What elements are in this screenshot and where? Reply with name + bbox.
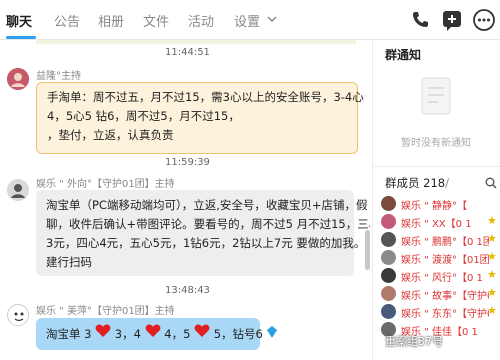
message-text: 淘宝单 3 (46, 327, 92, 341)
avatar[interactable] (7, 68, 29, 90)
message-bubble: 手淘单：周不过五，月不过15，需3心以上的安全账号，3-4心 4，5心5 钻6，… (36, 82, 364, 154)
message-line: 聊，收件后确认+带图评论。要看号的，周不过5 月不过15，三心 (46, 217, 370, 231)
avatar (381, 304, 396, 319)
tab-files[interactable]: 文件 (143, 11, 169, 30)
message-timestamp: 11:44:51 (165, 47, 210, 58)
divider (373, 166, 500, 167)
member-name: 娱乐 " 风行°【0 1 (401, 273, 483, 284)
member-name: 娱乐 " XX【0 1 (401, 219, 472, 230)
member-item[interactable]: 娱乐 " 渡渡°【01团】 ★ (381, 249, 500, 267)
member-item[interactable]: 娱乐 " XX【0 1 ★ (381, 213, 500, 231)
tab-settings[interactable]: 设置 (234, 11, 260, 30)
message-sender[interactable]: 娱乐 " 美萍°【守护01团】主持 (36, 302, 175, 317)
message-timestamp: 11:59:39 (165, 157, 210, 168)
heart-icon (95, 324, 111, 337)
message-text: 4，5 (164, 327, 191, 341)
admin-badge-icon: ★ (487, 250, 497, 263)
tab-chat[interactable]: 聊天 (6, 11, 32, 30)
avatar (381, 196, 396, 211)
member-name: 娱乐 " 东东°【守护01 (401, 309, 489, 320)
member-name: 娱乐 " 故事°【守护0 (401, 291, 489, 302)
member-item[interactable]: 娱乐 " 风行°【0 1 ★ (381, 267, 500, 285)
avatar (381, 268, 396, 283)
message-sender[interactable]: 娱乐 " 外向°【守护01团】主持 (36, 175, 175, 190)
chevron-down-icon[interactable] (265, 12, 279, 26)
diamond-icon (266, 326, 277, 338)
members-title: 群成员 218/ (385, 175, 449, 191)
member-item[interactable]: 娱乐 " 静静°【 (381, 195, 500, 213)
tab-album[interactable]: 相册 (98, 11, 124, 30)
admin-badge-icon: ★ (487, 268, 497, 281)
search-icon[interactable] (485, 177, 497, 189)
empty-notice-icon (421, 77, 451, 115)
more-icon[interactable] (472, 8, 496, 32)
member-item[interactable]: 娱乐 " 东东°【守护01 ★ (381, 303, 500, 321)
heart-icon (194, 324, 210, 337)
top-tab-bar: 聊天 公告 相册 文件 活动 设置 (0, 0, 500, 40)
watermark-text: 重案组37号 (385, 335, 443, 348)
avatar[interactable] (7, 304, 29, 326)
message-text: 5，钻号6 (213, 327, 263, 341)
message-text: 3，4 (114, 327, 141, 341)
avatar[interactable] (7, 179, 29, 201)
avatar-image-icon (7, 68, 29, 90)
admin-badge-icon: ★ (487, 304, 497, 317)
avatar (381, 286, 396, 301)
avatar (381, 214, 396, 229)
member-item[interactable]: 娱乐 " 鹏鹏°【0 1团】 ★ (381, 231, 500, 249)
active-tab-indicator (6, 36, 36, 39)
tab-activity[interactable]: 活动 (188, 11, 214, 30)
notice-empty-text: 暂时没有新通知 (401, 138, 471, 149)
members-count: 群成员 218 (385, 176, 446, 190)
message-line: 3元，四心4元，五心5元，1钻6元，2钻以上7元 要做的加我。要 (46, 236, 370, 250)
avatar (381, 250, 396, 265)
phone-icon[interactable] (408, 8, 432, 32)
add-chat-icon[interactable] (440, 8, 464, 32)
message-line: 4，5心5 钻6，周不过5，月不过15， (47, 109, 240, 123)
member-name: 娱乐 " 鹏鹏°【0 1团】 (401, 237, 489, 248)
message-timestamp: 13:48:43 (165, 285, 210, 296)
message-line: 手淘单：周不过五，月不过15，需3心以上的安全账号，3-4心 (47, 90, 364, 104)
member-name: 娱乐 " 静静°【 (401, 201, 467, 212)
message-line: 淘宝单（PC端移动端均可），立返,安全号，收藏宝贝+店铺，假 (46, 198, 368, 212)
chat-scrollbar[interactable] (365, 230, 370, 270)
member-name: 娱乐 " 渡渡°【01团】 (401, 255, 489, 266)
message-bubble: 淘宝单 3 3，4 4，5 5，钻号6 (36, 318, 277, 350)
message-line: ，垫付，立返，认真负责 (47, 128, 174, 142)
admin-badge-icon: ★ (487, 232, 497, 245)
members-separator: / (445, 176, 449, 190)
notice-title: 群通知 (385, 48, 422, 62)
chat-message-area[interactable]: 11:44:51 益隆°主持 手淘单：周不过五，月不过15，需3心以上的安全账号… (0, 40, 370, 360)
admin-badge-icon: ★ (487, 286, 497, 299)
heart-icon (145, 324, 160, 337)
message-bubble: 淘宝单（PC端移动端均可），立返,安全号，收藏宝贝+店铺，假 聊，收件后确认+带… (36, 190, 370, 276)
tab-announcement[interactable]: 公告 (54, 11, 80, 30)
message-sender[interactable]: 益隆°主持 (36, 67, 81, 82)
previous-message-bubble (36, 40, 356, 44)
owner-crown-icon: ★ (487, 214, 497, 227)
group-info-panel: 群通知 暂时没有新通知 群成员 218/ 娱乐 " 静静°【 娱乐 " XX【0… (372, 40, 500, 360)
avatar-image-icon (7, 179, 29, 201)
avatar-image-icon (9, 306, 28, 325)
message-line: 建行扫码 (46, 255, 92, 269)
member-item[interactable]: 娱乐 " 故事°【守护0 ★ (381, 285, 500, 303)
avatar (381, 232, 396, 247)
